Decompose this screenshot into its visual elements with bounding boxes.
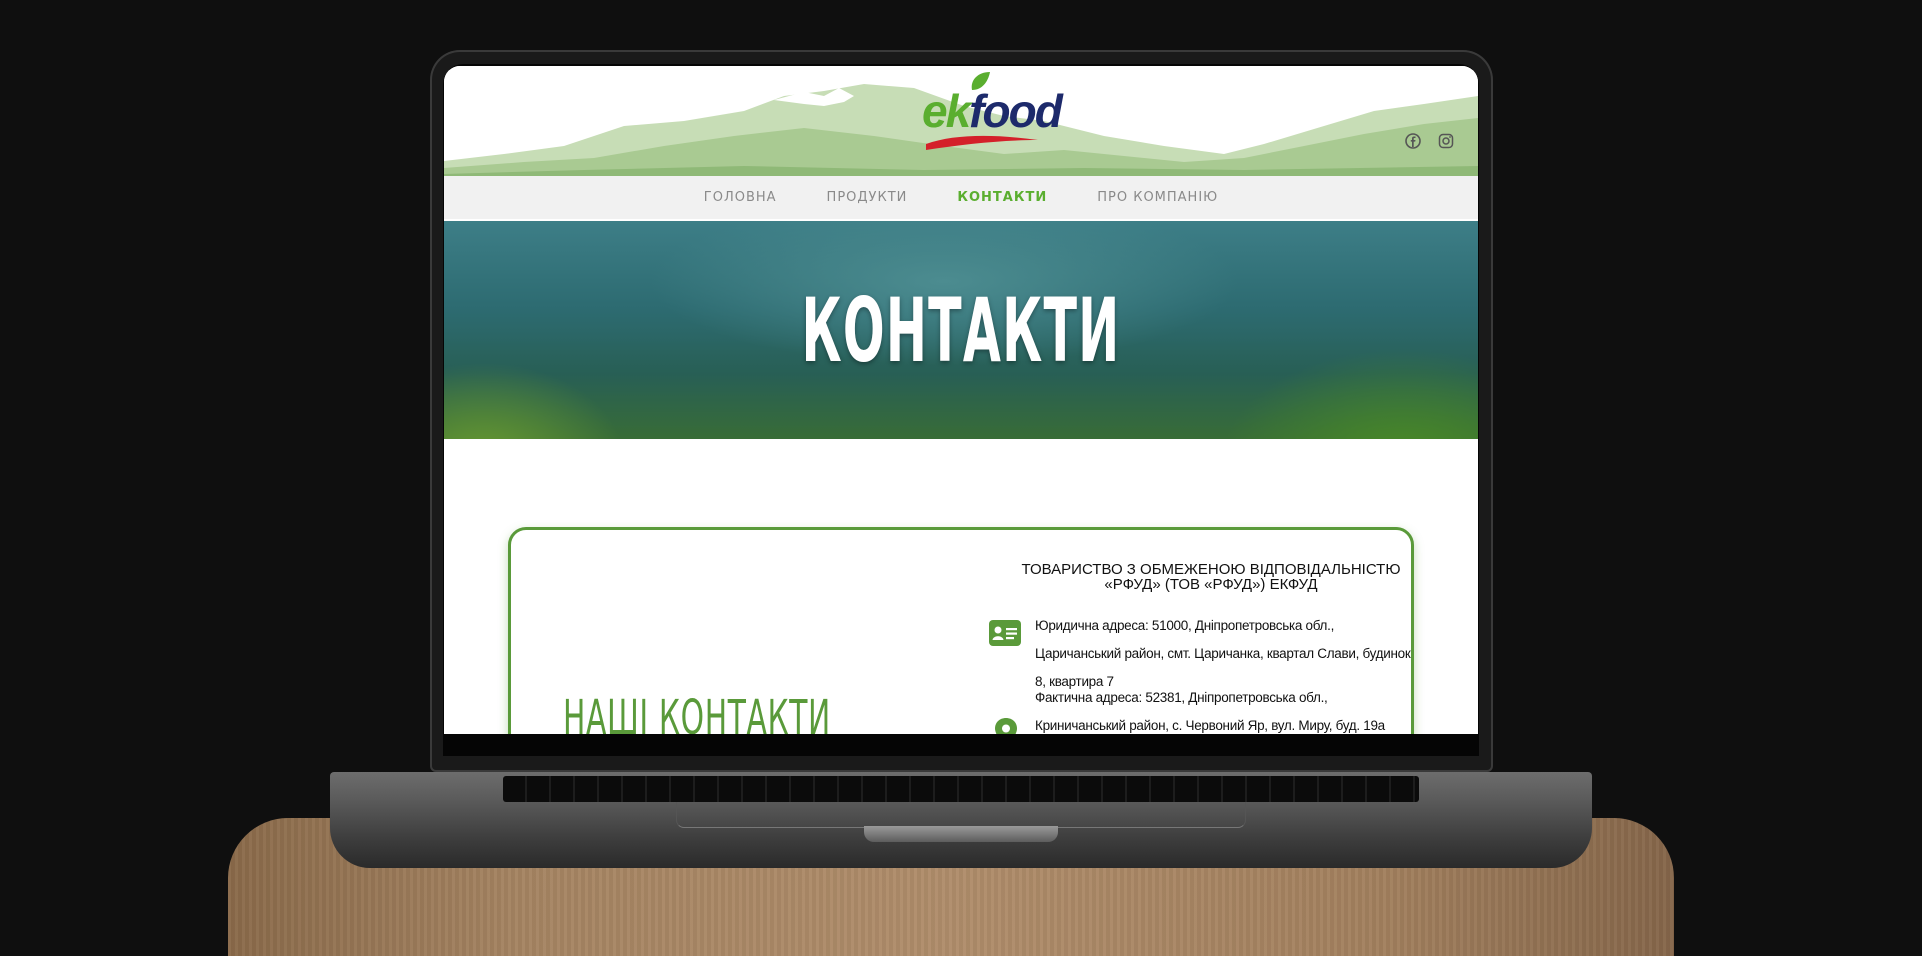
lid-notch xyxy=(864,826,1058,842)
facebook-icon[interactable] xyxy=(1404,132,1422,150)
contacts-heading: НАШІ КОНТАКТИ xyxy=(563,690,831,734)
site-header: ekfood xyxy=(444,66,1478,176)
mockup-stage: ekfood ГОЛОВНА ПРОДУКТИ КОНТАКТИ ПРО КОМ… xyxy=(0,0,1922,956)
logo-swoosh xyxy=(926,135,1038,150)
nav-item-products[interactable]: ПРОДУКТИ xyxy=(827,190,908,205)
nav-item-home[interactable]: ГОЛОВНА xyxy=(704,190,777,205)
hero-banner: КОНТАКТИ xyxy=(444,221,1478,439)
actual-address: Фактична адреса: 52381, Дніпропетровська… xyxy=(1035,690,1385,733)
logo-part-food: food xyxy=(969,85,1063,137)
logo-part-ek: ek xyxy=(922,85,971,137)
ekfood-logo[interactable]: ekfood xyxy=(922,70,1063,154)
location-pin-icon xyxy=(995,718,1027,734)
leaf-icon xyxy=(971,72,990,90)
contacts-section: НАШІ КОНТАКТИ ТОВАРИСТВО З ОБМЕЖЕНОЮ ВІД… xyxy=(444,439,1478,734)
company-name-line1: ТОВАРИСТВО З ОБМЕЖЕНОЮ ВІДПОВІДАЛЬНІСТЮ xyxy=(1021,561,1401,578)
laptop-screen: ekfood ГОЛОВНА ПРОДУКТИ КОНТАКТИ ПРО КОМ… xyxy=(444,66,1478,734)
keyboard xyxy=(503,776,1419,802)
company-name-line2: «РФУД» (ТОВ «РФУД») ЕКФУД xyxy=(1104,576,1318,593)
instagram-icon[interactable] xyxy=(1437,132,1455,150)
trackpad xyxy=(676,802,1246,828)
id-card-icon xyxy=(989,620,1021,648)
hero-title: КОНТАКТИ xyxy=(801,279,1121,382)
nav-item-contacts[interactable]: КОНТАКТИ xyxy=(957,190,1047,205)
company-name: ТОВАРИСТВО З ОБМЕЖЕНОЮ ВІДПОВІДАЛЬНІСТЮ … xyxy=(1011,562,1411,592)
main-nav: ГОЛОВНА ПРОДУКТИ КОНТАКТИ ПРО КОМПАНІЮ xyxy=(444,176,1478,221)
contacts-card: НАШІ КОНТАКТИ ТОВАРИСТВО З ОБМЕЖЕНОЮ ВІД… xyxy=(508,527,1414,734)
nav-item-about[interactable]: ПРО КОМПАНІЮ xyxy=(1097,190,1218,205)
